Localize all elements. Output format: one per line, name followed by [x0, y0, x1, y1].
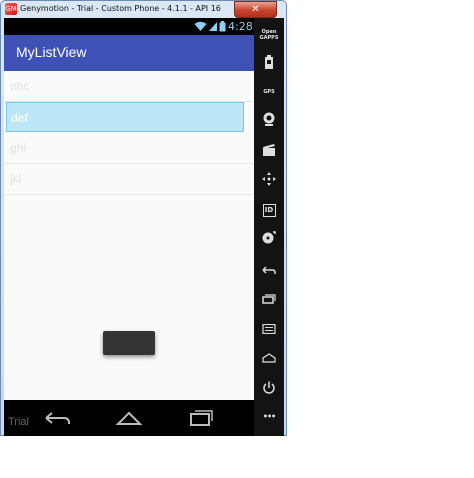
list-item-label: abc — [10, 79, 30, 93]
genymotion-app-icon: GM — [5, 3, 17, 15]
recent-apps-icon[interactable] — [186, 408, 216, 428]
recent-apps-icon — [262, 294, 276, 304]
list-item-jkl[interactable]: jkl — [4, 164, 254, 195]
gps-button[interactable]: GPS — [254, 80, 284, 102]
back-icon[interactable] — [42, 408, 72, 428]
app-bar: MyListView — [4, 35, 254, 71]
webcam-button[interactable] — [254, 108, 284, 130]
sidebar-back-button[interactable] — [254, 260, 284, 282]
disk-icon — [262, 231, 276, 244]
sidebar-recent-button[interactable] — [254, 288, 284, 310]
list-item-def[interactable]: def — [6, 102, 244, 132]
power-icon — [263, 381, 275, 394]
screencast-button[interactable] — [254, 139, 284, 161]
app-title: MyListView — [16, 44, 87, 60]
list-item-label: ghi — [10, 141, 27, 155]
home-icon[interactable] — [114, 408, 144, 428]
battery-button[interactable] — [254, 51, 284, 73]
list-item-label: jkl — [10, 172, 22, 186]
disk-button[interactable] — [254, 227, 284, 249]
webcam-icon — [263, 112, 275, 126]
back-icon — [262, 266, 276, 274]
window-close-button[interactable]: ✕ — [234, 1, 277, 18]
status-bar: 4:28 — [4, 18, 254, 35]
menu-icon — [262, 323, 276, 335]
more-icon: ••• — [262, 412, 276, 421]
device-id-button[interactable]: ID — [254, 198, 284, 220]
sidebar-power-button[interactable] — [254, 377, 284, 399]
dpad-icon — [262, 172, 276, 186]
sidebar-menu-button[interactable] — [254, 318, 284, 340]
list-item-label: def — [11, 111, 28, 125]
battery-icon — [265, 55, 273, 69]
window-title: Genymotion - Trial - Custom Phone - 4.1.… — [20, 4, 223, 13]
list-item-abc[interactable]: abc — [4, 71, 254, 102]
clapper-icon — [263, 144, 275, 156]
id-icon: ID — [262, 204, 276, 217]
gps-icon: GPS — [263, 89, 275, 95]
home-icon — [262, 353, 276, 363]
battery-icon — [219, 21, 226, 32]
status-clock: 4:28 — [228, 20, 253, 33]
genymotion-window: GM Genymotion - Trial - Custom Phone - 4… — [0, 0, 287, 436]
navigation-bar — [4, 400, 254, 436]
android-screen: 4:28 MyListView abc def ghi jkl — [4, 18, 254, 436]
wifi-icon — [194, 21, 207, 31]
toast-popup — [103, 331, 155, 355]
genymotion-sidebar: Open GAPPS GPS ID ••• — [254, 18, 284, 436]
open-gapps-button[interactable]: Open GAPPS — [254, 24, 284, 46]
trial-watermark: Trial — [8, 416, 29, 428]
signal-icon — [209, 22, 217, 31]
sidebar-more-button[interactable]: ••• — [254, 405, 284, 427]
sidebar-home-button[interactable] — [254, 347, 284, 369]
dpad-button[interactable] — [254, 168, 284, 190]
open-gapps-icon: Open GAPPS — [259, 29, 279, 41]
window-titlebar[interactable]: GM Genymotion - Trial - Custom Phone - 4… — [1, 1, 286, 18]
emulator-screen: 4:28 MyListView abc def ghi jkl Open GAP… — [4, 18, 284, 436]
list-item-ghi[interactable]: ghi — [4, 133, 254, 164]
